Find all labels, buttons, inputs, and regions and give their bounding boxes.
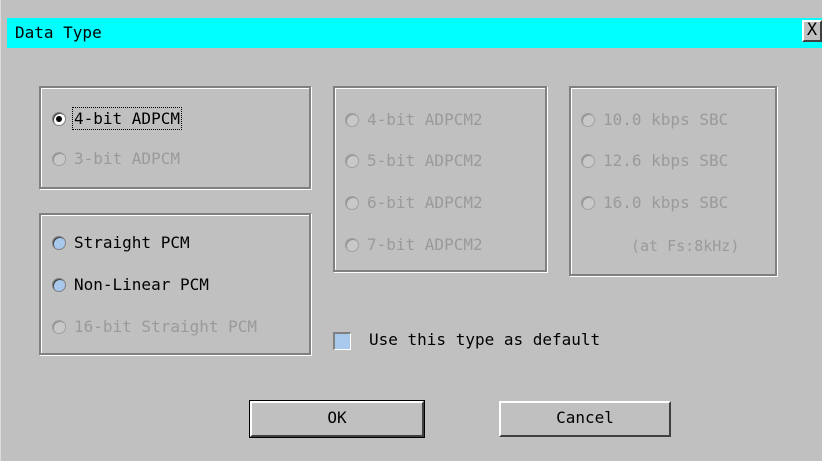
radio-button[interactable]: [345, 237, 359, 252]
radio-3bit-adpcm[interactable]: 3-bit ADPCM: [52, 149, 180, 168]
radio-16kbps-sbc[interactable]: 16.0 kbps SBC: [581, 193, 728, 212]
radio-label: 10.0 kbps SBC: [603, 110, 729, 129]
radio-label: 5-bit ADPCM2: [367, 151, 483, 170]
adpcm-group: [39, 86, 311, 189]
radio-7bit-adpcm2[interactable]: 7-bit ADPCM2: [345, 235, 483, 254]
radio-button[interactable]: [581, 112, 595, 127]
radio-label: 7-bit ADPCM2: [367, 235, 483, 254]
radio-5bit-adpcm2[interactable]: 5-bit ADPCM2: [345, 151, 483, 170]
radio-label: 6-bit ADPCM2: [367, 193, 483, 212]
radio-button[interactable]: [345, 195, 359, 210]
window-title: Data Type: [15, 23, 102, 42]
radio-button[interactable]: [345, 153, 359, 168]
ok-button[interactable]: OK: [249, 400, 425, 438]
radio-button[interactable]: [581, 153, 595, 168]
radio-label: 4-bit ADPCM: [72, 107, 182, 130]
cancel-button[interactable]: Cancel: [499, 401, 671, 437]
radio-button[interactable]: [52, 151, 66, 166]
radio-label: 12.6 kbps SBC: [603, 151, 729, 170]
radio-4bit-adpcm2[interactable]: 4-bit ADPCM2: [345, 110, 483, 129]
radio-button[interactable]: [52, 235, 66, 250]
radio-16bit-straight-pcm[interactable]: 16-bit Straight PCM: [52, 317, 257, 336]
radio-label: Straight PCM: [74, 233, 190, 252]
default-type-checkbox[interactable]: [333, 332, 351, 350]
radio-selected-dot-icon: [56, 115, 62, 122]
radio-straight-pcm[interactable]: Straight PCM: [52, 233, 190, 252]
data-type-dialog: Data Type X 4-bit ADPCM 3-bit ADPCM Stra…: [0, 0, 822, 461]
radio-label: Non-Linear PCM: [74, 275, 209, 294]
radio-non-linear-pcm[interactable]: Non-Linear PCM: [52, 275, 209, 294]
radio-button[interactable]: [52, 319, 66, 334]
radio-label: 4-bit ADPCM2: [367, 110, 483, 129]
radio-4bit-adpcm[interactable]: 4-bit ADPCM: [52, 107, 182, 130]
sbc-sample-rate-note: (at Fs:8kHz): [631, 237, 740, 255]
radio-button[interactable]: [52, 111, 66, 126]
radio-button[interactable]: [345, 112, 359, 127]
radio-6bit-adpcm2[interactable]: 6-bit ADPCM2: [345, 193, 483, 212]
radio-10kbps-sbc[interactable]: 10.0 kbps SBC: [581, 110, 728, 129]
radio-button[interactable]: [52, 277, 66, 292]
title-bar[interactable]: Data Type X: [7, 18, 822, 48]
close-button[interactable]: X: [802, 20, 822, 42]
radio-button[interactable]: [581, 195, 595, 210]
radio-12-6kbps-sbc[interactable]: 12.6 kbps SBC: [581, 151, 728, 170]
default-type-checkbox-label[interactable]: Use this type as default: [369, 330, 600, 349]
close-icon: X: [806, 20, 818, 40]
radio-label: 16-bit Straight PCM: [74, 317, 258, 336]
radio-label: 16.0 kbps SBC: [603, 193, 729, 212]
radio-label: 3-bit ADPCM: [74, 149, 180, 168]
